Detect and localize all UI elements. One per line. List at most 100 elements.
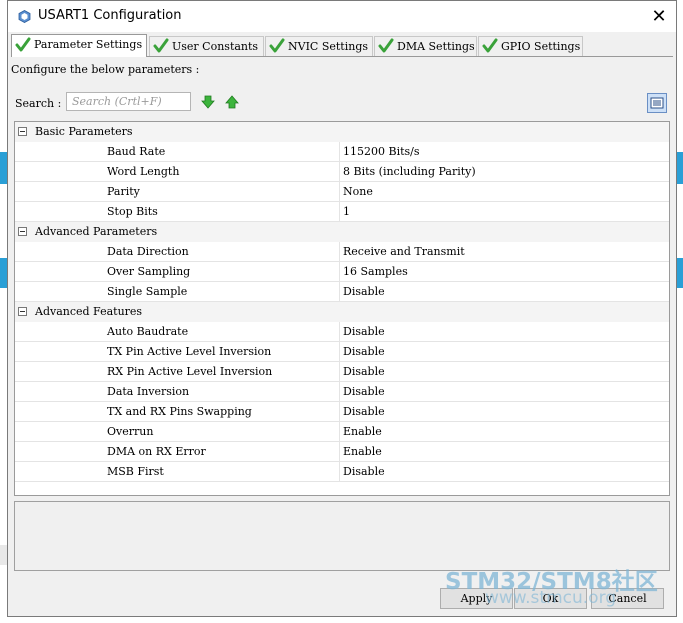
param-row-dma-on-rx-error[interactable]: DMA on RX Error Enable [15,442,669,462]
param-name: TX Pin Active Level Inversion [107,345,272,358]
column-divider [339,242,340,262]
tab-label: NVIC Settings [288,40,369,53]
tab-gpio-settings[interactable]: GPIO Settings [478,36,583,56]
param-row-word-length[interactable]: Word Length 8 Bits (including Parity) [15,162,669,182]
configure-label: Configure the below parameters : [11,63,200,76]
param-row-stop-bits[interactable]: Stop Bits 1 [15,202,669,222]
param-row-baud-rate[interactable]: Baud Rate 115200 Bits/s [15,142,669,162]
param-name: Over Sampling [107,265,191,278]
tab-parameter-settings[interactable]: Parameter Settings [11,34,147,57]
check-icon [269,38,285,53]
param-name: Single Sample [107,285,188,298]
group-label: Basic Parameters [35,125,133,138]
column-divider [339,282,340,302]
tab-label: User Constants [172,40,259,53]
param-value[interactable]: Receive and Transmit [343,245,465,258]
close-icon: ✕ [651,6,667,27]
param-name: Parity [107,185,140,198]
param-value[interactable]: Enable [343,445,382,458]
list-view-icon [650,97,664,109]
column-divider [339,442,340,462]
arrow-down-icon[interactable] [201,95,215,109]
param-row-data-direction[interactable]: Data Direction Receive and Transmit [15,242,669,262]
watermark-url: www.stmcu.org [485,588,617,608]
param-value[interactable]: Disable [343,325,385,338]
background-app-strip [677,258,683,288]
group-label: Advanced Features [35,305,143,318]
column-divider [339,382,340,402]
param-value[interactable]: Disable [343,345,385,358]
param-name: MSB First [107,465,164,478]
tab-label: Parameter Settings [34,38,143,51]
tab-dma-settings[interactable]: DMA Settings [374,36,477,56]
column-divider [339,322,340,342]
collapse-icon[interactable] [18,127,27,136]
param-row-parity[interactable]: Parity None [15,182,669,202]
param-row-overrun[interactable]: Overrun Enable [15,422,669,442]
param-name: Overrun [107,425,154,438]
param-name: Baud Rate [107,145,166,158]
column-divider [339,422,340,442]
arrow-up-icon[interactable] [225,95,239,109]
check-icon [482,38,498,53]
tab-user-constants[interactable]: User Constants [149,36,264,56]
param-value[interactable]: Disable [343,365,385,378]
param-name: TX and RX Pins Swapping [107,405,252,418]
param-value[interactable]: Disable [343,385,385,398]
param-row-auto-baudrate[interactable]: Auto Baudrate Disable [15,322,669,342]
check-icon [15,37,31,52]
column-divider [339,142,340,162]
column-divider [339,362,340,382]
column-divider [339,462,340,482]
param-value[interactable]: 1 [343,205,350,218]
search-input[interactable] [66,92,191,111]
collapse-icon[interactable] [18,307,27,316]
list-view-button[interactable] [647,93,667,113]
background-app-strip [0,152,7,184]
group-header-advanced-features[interactable]: Advanced Features [15,302,669,322]
param-value[interactable]: Enable [343,425,382,438]
tab-nvic-settings[interactable]: NVIC Settings [265,36,373,56]
check-icon [378,38,394,53]
tab-label: GPIO Settings [501,40,581,53]
check-icon [153,38,169,53]
param-row-pins-swapping[interactable]: TX and RX Pins Swapping Disable [15,402,669,422]
group-label: Advanced Parameters [35,225,158,238]
param-name: Word Length [107,165,180,178]
collapse-icon[interactable] [18,227,27,236]
parameter-grid: Basic Parameters Baud Rate 115200 Bits/s… [14,121,670,496]
param-row-single-sample[interactable]: Single Sample Disable [15,282,669,302]
param-value[interactable]: 8 Bits (including Parity) [343,165,476,178]
group-header-basic-parameters[interactable]: Basic Parameters [15,122,669,142]
param-name: Stop Bits [107,205,158,218]
param-name: RX Pin Active Level Inversion [107,365,273,378]
background-app-strip [677,152,683,184]
param-row-tx-pin-inversion[interactable]: TX Pin Active Level Inversion Disable [15,342,669,362]
param-row-msb-first[interactable]: MSB First Disable [15,462,669,482]
param-value[interactable]: Disable [343,405,385,418]
search-label: Search : [15,97,62,110]
tab-label: DMA Settings [397,40,475,53]
param-row-over-sampling[interactable]: Over Sampling 16 Samples [15,262,669,282]
dialog-title: USART1 Configuration [38,8,182,23]
background-app-strip [0,258,7,288]
column-divider [339,202,340,222]
param-value[interactable]: 16 Samples [343,265,408,278]
param-value[interactable]: None [343,185,373,198]
param-name: Auto Baudrate [107,325,189,338]
param-row-rx-pin-inversion[interactable]: RX Pin Active Level Inversion Disable [15,362,669,382]
param-value[interactable]: Disable [343,465,385,478]
title-bar: USART1 Configuration ✕ [8,1,676,32]
description-box [14,501,670,571]
column-divider [339,262,340,282]
param-row-data-inversion[interactable]: Data Inversion Disable [15,382,669,402]
parameter-settings-panel: Configure the below parameters : Search … [11,56,673,582]
param-name: Data Inversion [107,385,190,398]
param-value[interactable]: Disable [343,285,385,298]
param-name: DMA on RX Error [107,445,206,458]
close-button[interactable]: ✕ [642,1,676,32]
group-header-advanced-parameters[interactable]: Advanced Parameters [15,222,669,242]
param-value[interactable]: 115200 Bits/s [343,145,420,158]
column-divider [339,162,340,182]
param-name: Data Direction [107,245,189,258]
